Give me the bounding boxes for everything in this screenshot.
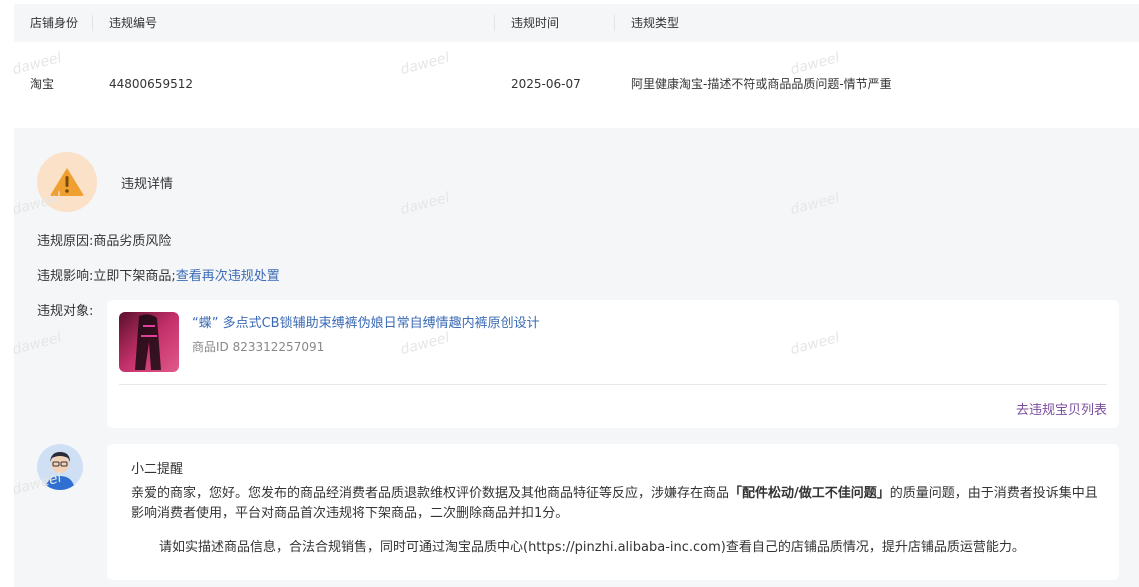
impact-label: 违规影响: [37,269,94,284]
reminder-title: 小二提醒 [131,462,184,477]
violation-list-link[interactable]: 去违规宝贝列表 [1016,399,1107,418]
detail-title: 违规详情 [121,177,174,192]
product-thumbnail[interactable] [119,312,179,372]
cell-violation-id: 44800659512 [109,77,193,91]
card-divider [119,384,1107,385]
reminder-card: 小二提醒 亲爱的商家，您好。您发布的商品经消费者品质退款维权评价数据及其他商品特… [107,444,1119,580]
header-violation-type: 违规类型 [631,16,680,30]
impact-value: 立即下架商品; [93,269,176,284]
product-image [119,312,179,372]
object-label: 违规对象: [37,304,94,319]
cell-violation-time: 2025-06-07 [511,77,581,91]
header-shop-identity: 店铺身份 [30,16,79,30]
product-id-value: 823312257091 [232,340,325,354]
reminder-text-part: 亲爱的商家，您好。您发布的商品经消费者品质退款维权评价数据及其他商品特征等反应，… [131,486,730,501]
header-separator [92,15,93,31]
warning-icon-circle [37,152,97,212]
reason-value: 商品劣质风险 [93,234,172,249]
header-violation-id: 违规编号 [109,16,158,30]
reminder-advice: 请如实描述商品信息，合法合规销售，同时可通过淘宝品质中心(https://pin… [159,540,1025,555]
product-card: “蝶” 多点式CB锁辅助束缚裤伪娘日常自缚情趣内裤原创设计 商品ID 82331… [107,300,1119,428]
header-separator [614,15,615,31]
product-title-link[interactable]: “蝶” 多点式CB锁辅助束缚裤伪娘日常自缚情趣内裤原创设计 [192,312,540,331]
support-agent-avatar [37,444,83,490]
reason-label: 违规原因: [37,234,94,249]
repeat-violation-link[interactable]: 查看再次违规处置 [176,269,280,284]
header-violation-time: 违规时间 [511,16,560,30]
header-separator [494,15,495,31]
violation-impact: 违规影响:立即下架商品;查看再次违规处置 [37,265,280,284]
violation-table-header: 店铺身份 违规编号 违规时间 违规类型 [14,4,1139,42]
product-id: 商品ID 823312257091 [192,338,324,355]
violation-reason: 违规原因:商品劣质风险 [37,230,171,249]
product-id-label: 商品ID [192,340,229,354]
reminder-text: 亲爱的商家，您好。您发布的商品经消费者品质退款维权评价数据及其他商品特征等反应，… [131,484,1103,524]
warning-triangle-icon [50,168,84,196]
table-row: 淘宝 44800659512 2025-06-07 阿里健康淘宝-描述不符或商品… [14,42,1139,126]
violation-detail-panel: 违规详情 违规原因:商品劣质风险 违规影响:立即下架商品;查看再次违规处置 违规… [14,128,1139,587]
cell-shop-identity: 淘宝 [30,77,55,91]
cell-violation-type: 阿里健康淘宝-描述不符或商品品质问题-情节严重 [631,77,892,91]
reminder-issue-highlight: 「配件松动/做工不佳问题」 [729,486,890,501]
